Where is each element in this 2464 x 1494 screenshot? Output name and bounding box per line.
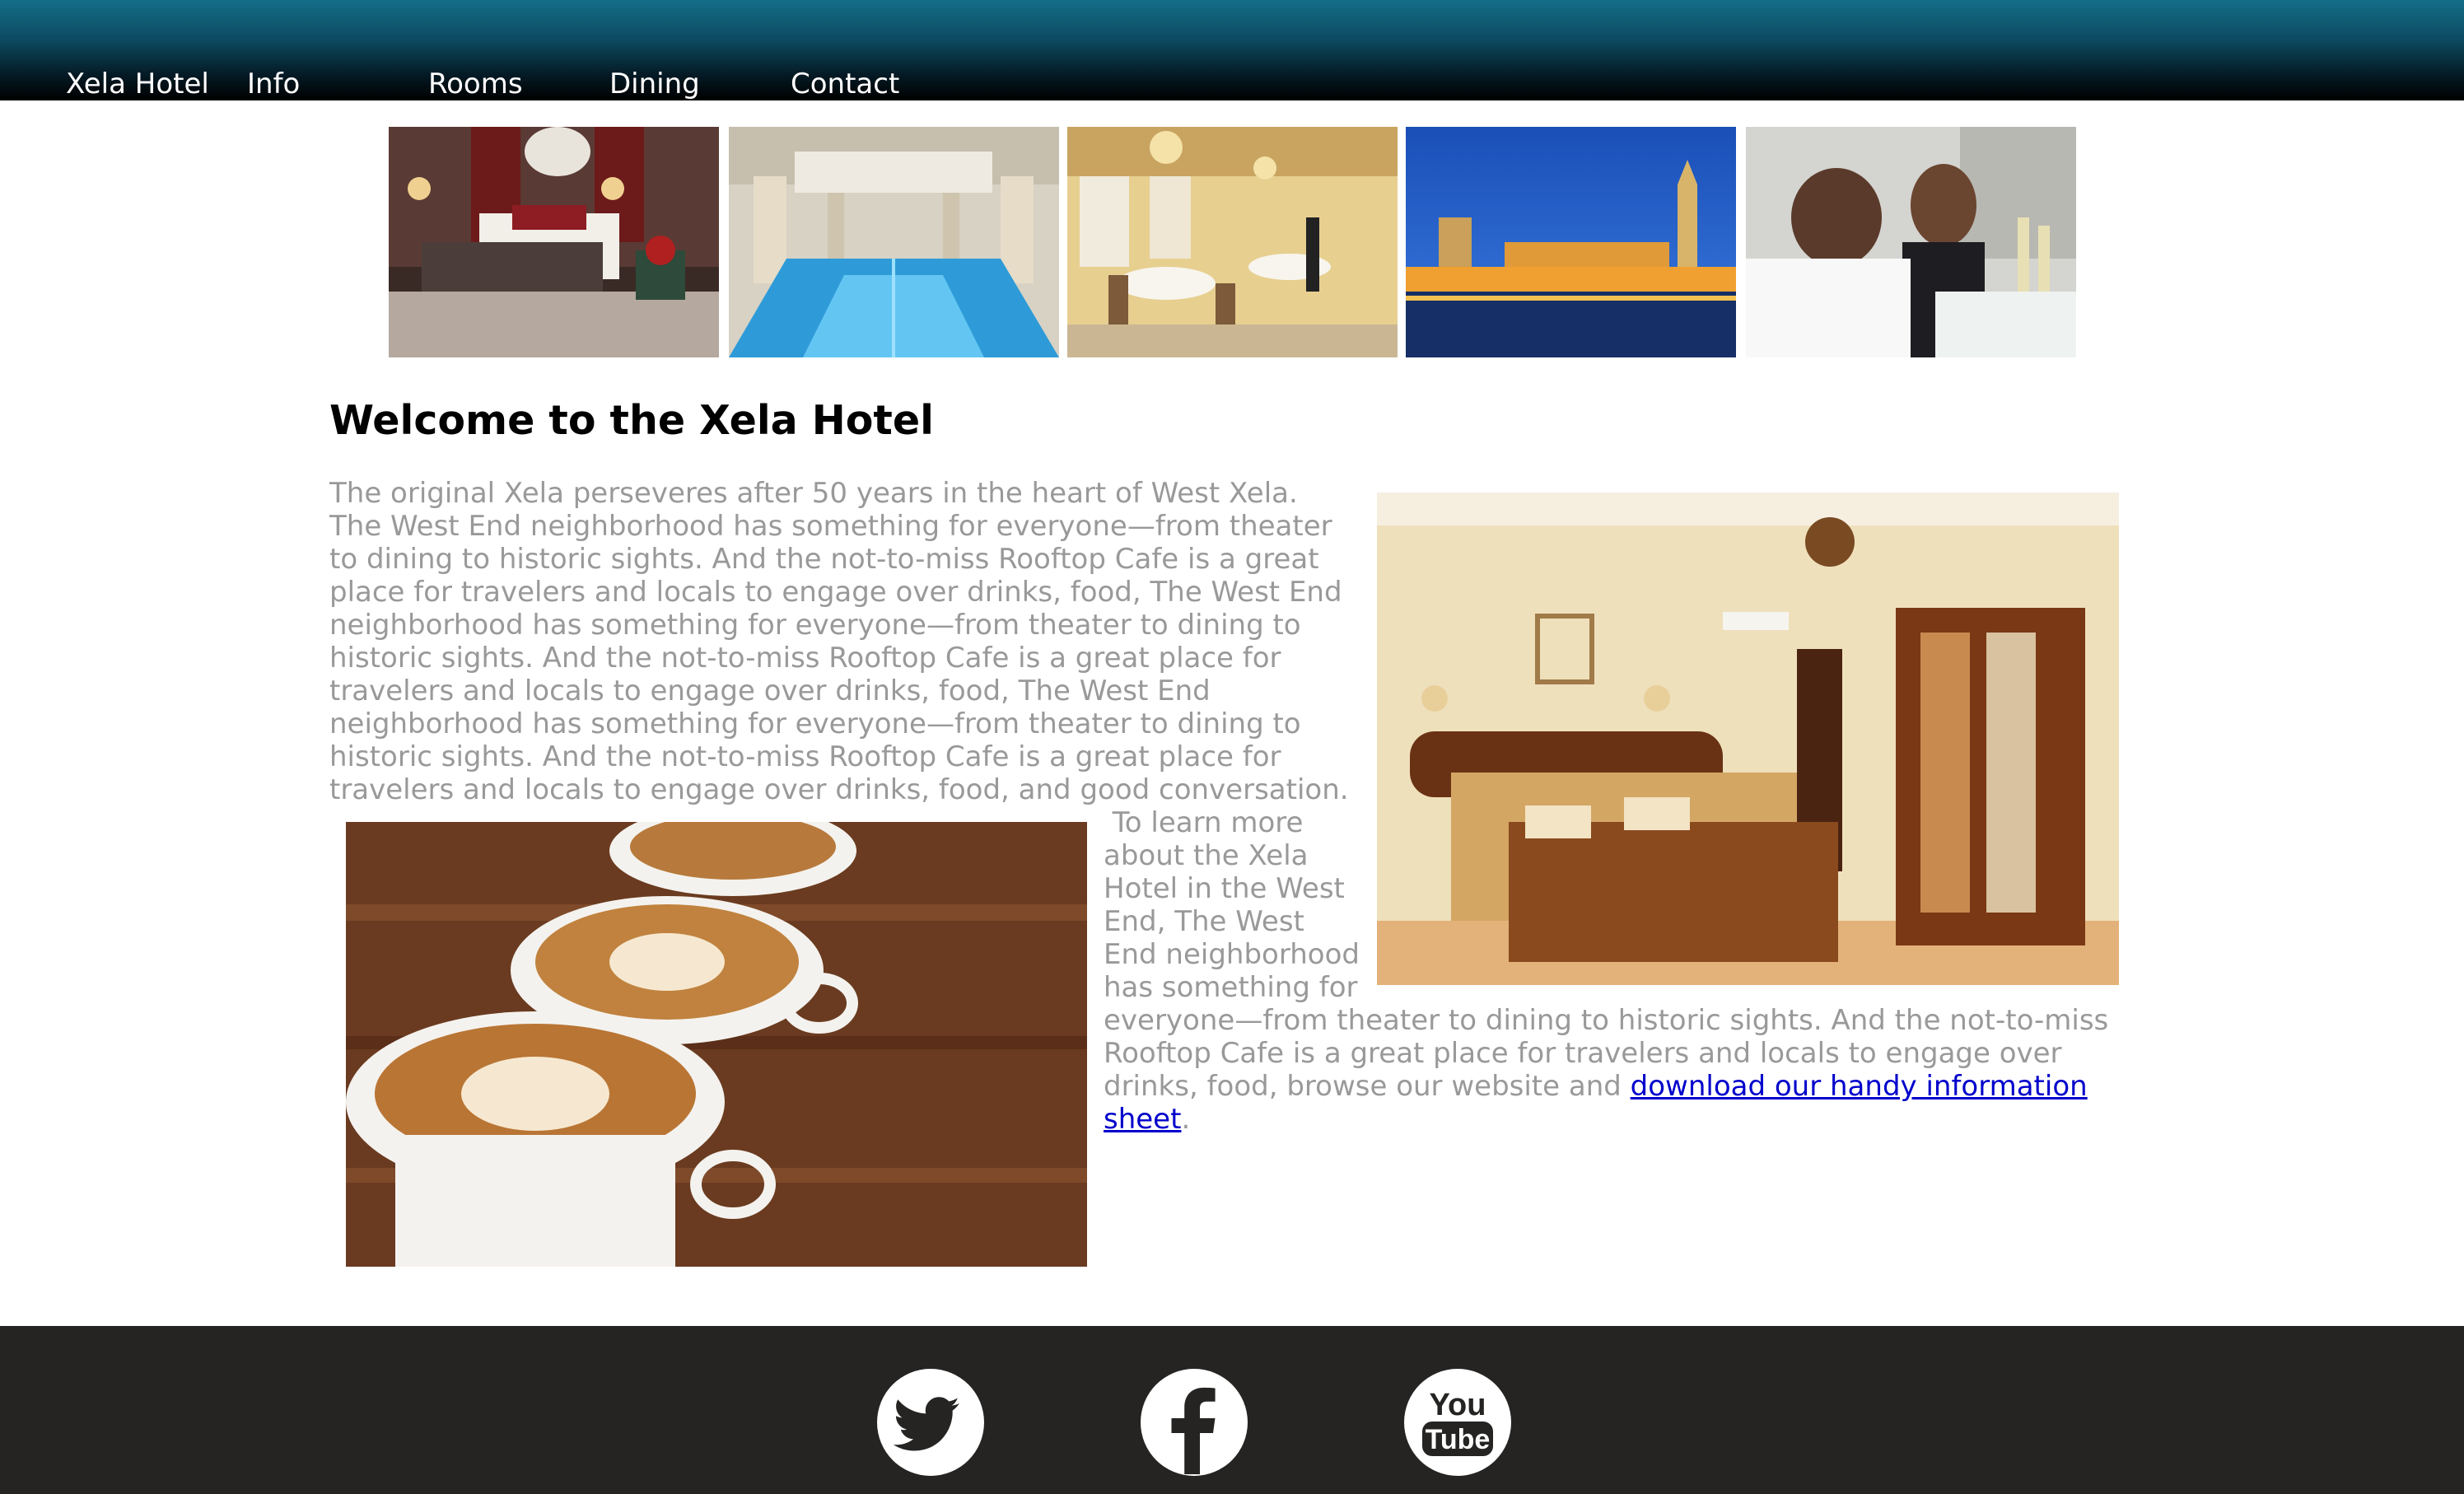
nav-item-info[interactable]: Info [247,66,300,102]
paragraph-line: historic sights. And the not-to-miss Roo… [329,740,1281,773]
nav-brand-link[interactable]: Xela Hotel [66,66,209,102]
paragraph-line: travelers and locals to engage over drin… [329,773,1349,806]
paragraph-line: drinks, food, browse our website and dow… [1104,1070,2125,1103]
indoor-pool-photo [729,127,1059,357]
nav-item-rooms[interactable]: Rooms [428,66,523,102]
paragraph-line: to dining to historic sights. And the no… [329,543,1319,576]
youtube-icon[interactable]: You Tube [1404,1369,1511,1476]
intro-paragraph: The original Xela perseveres after 50 ye… [329,477,1400,806]
youtube-you-text: You [1430,1388,1486,1422]
nav-item-contact[interactable]: Contact [791,66,899,102]
dining-room-photo [1067,127,1398,357]
paragraph-line: everyone—from theater to dining to histo… [1104,1004,2109,1037]
paragraph-line: sheet. [1104,1103,2125,1136]
couple-dining-photo [1746,127,2076,357]
hotel-bedroom-photo [1377,493,2119,985]
paragraph-line: historic sights. And the not-to-miss Roo… [329,642,1281,675]
paragraph-line: place for travelers and locals to engage… [329,576,1342,609]
latte-cups-photo [346,822,1087,1267]
youtube-tube-text: Tube [1426,1424,1491,1455]
paragraph-line: The original Xela perseveres after 50 ye… [329,477,1298,510]
download-info-sheet-link[interactable]: download our handy information [1631,1070,2088,1103]
page-title: Welcome to the Xela Hotel [329,397,934,444]
paragraph-line: travelers and locals to engage over drin… [329,675,1211,707]
paragraph-text: . [1181,1103,1191,1136]
twitter-icon[interactable] [877,1369,984,1476]
paragraph-line: neighborhood has something for everyone—… [329,609,1301,642]
paragraph-line: Rooftop Cafe is a great place for travel… [1104,1037,2062,1070]
bedroom-photo [389,127,719,357]
download-info-sheet-link-continued[interactable]: sheet [1104,1103,1181,1136]
facebook-icon[interactable] [1141,1369,1248,1476]
paragraph-line: neighborhood has something for everyone—… [329,707,1301,740]
palace-at-night-photo [1406,127,1736,357]
top-nav-bar: Xela Hotel Info Rooms Dining Contact [0,0,2464,100]
nav-item-dining[interactable]: Dining [609,66,700,102]
paragraph-line: The West End neighborhood has something … [329,510,1332,543]
paragraph-text: drinks, food, browse our website and [1104,1070,1631,1103]
